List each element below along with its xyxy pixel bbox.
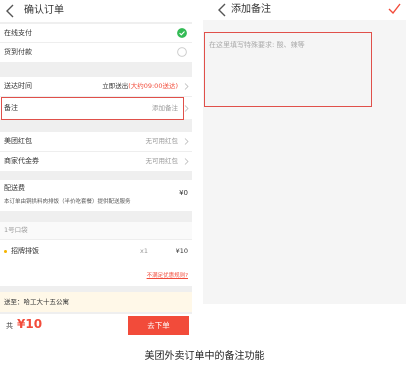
payment-online-row[interactable]: 在线支付 [0, 24, 192, 42]
figure-caption: 美团外卖订单中的备注功能 [144, 351, 265, 362]
delivery-time-value: 立即送出(大约09:00送达) [102, 82, 178, 91]
delivery-fee-value: ¥0 [179, 189, 188, 197]
bag-header: 1号口袋 [0, 222, 192, 239]
payment-online-label: 在线支付 [4, 29, 32, 37]
chevron-right-icon [184, 138, 189, 145]
item-name: 招牌排饭 [11, 247, 39, 255]
note-editor-area: 在这里填写特殊要求: 酸、辣等 [203, 20, 406, 304]
total-prefix: 共 [6, 322, 13, 330]
back-arrow-icon[interactable] [217, 3, 229, 17]
confirm-order-screen: 确认订单 在线支付 货到付款 送达时间 立即送出(大约09:00送达) 备注 添… [0, 0, 192, 338]
item-qty: x1 [140, 247, 148, 255]
coupon-row-meituan[interactable]: 美团红包 无可用红包 [0, 132, 192, 151]
coupon-value: 无可用红包 [145, 157, 179, 165]
item-dot-icon [4, 250, 7, 253]
delivery-time-label: 送达时间 [4, 82, 32, 90]
item-price: ¥10 [175, 247, 188, 255]
total-amount: ¥10 [17, 317, 43, 331]
note-textarea[interactable]: 在这里填写特殊要求: 酸、辣等 [204, 32, 372, 107]
page-title: 添加备注 [231, 4, 271, 15]
navbar: 确认订单 [0, 0, 192, 22]
note-highlight-box [1, 97, 184, 120]
coupon-label: 美团红包 [4, 137, 32, 145]
delivery-fee-row: 配送费 ¥0 本订单由铜拱料肉排饭（半价吃套餐）提供配送服务 [0, 180, 192, 211]
chevron-right-icon [184, 83, 189, 90]
chevron-right-icon [184, 158, 189, 165]
delivery-eta: (大约09:00送达) [128, 82, 178, 90]
delivery-time-row[interactable]: 送达时间 立即送出(大约09:00送达) [0, 77, 192, 96]
payment-cod-label: 货到付款 [4, 48, 32, 56]
bag-label: 1号口袋 [4, 226, 28, 234]
address-bar[interactable]: 送至：哈工大十五公寓 [0, 292, 192, 312]
unselected-circle-icon[interactable] [177, 47, 187, 57]
coupon-label: 商家代金券 [4, 157, 39, 165]
rules-link[interactable]: 不满足优惠规则? [147, 272, 188, 281]
page-title: 确认订单 [24, 5, 64, 16]
address-text: 送至：哈工大十五公寓 [4, 298, 69, 306]
back-arrow-icon[interactable] [5, 4, 17, 18]
confirm-check-icon[interactable] [388, 3, 401, 14]
delivery-fee-desc: 本订单由铜拱料肉排饭（半价吃套餐）提供配送服务 [4, 199, 131, 205]
selected-check-icon[interactable] [177, 28, 187, 38]
coupon-value: 无可用红包 [145, 137, 179, 145]
coupon-row-merchant[interactable]: 商家代金券 无可用红包 [0, 152, 192, 171]
order-item-row: 招牌排饭 x1 ¥10 [0, 240, 192, 264]
navbar: 添加备注 [203, 0, 406, 20]
payment-cod-row[interactable]: 货到付款 [0, 43, 192, 62]
rules-link-row: 不满足优惠规则? [0, 264, 192, 286]
add-note-screen: 添加备注 在这里填写特殊要求: 酸、辣等 [203, 0, 406, 304]
delivery-fee-label: 配送费 [4, 184, 25, 192]
submit-order-button[interactable]: 去下单 [128, 316, 189, 335]
delivery-time-main: 立即送出 [102, 82, 129, 90]
chevron-right-icon [184, 105, 189, 112]
note-placeholder: 在这里填写特殊要求: 酸、辣等 [209, 41, 305, 49]
